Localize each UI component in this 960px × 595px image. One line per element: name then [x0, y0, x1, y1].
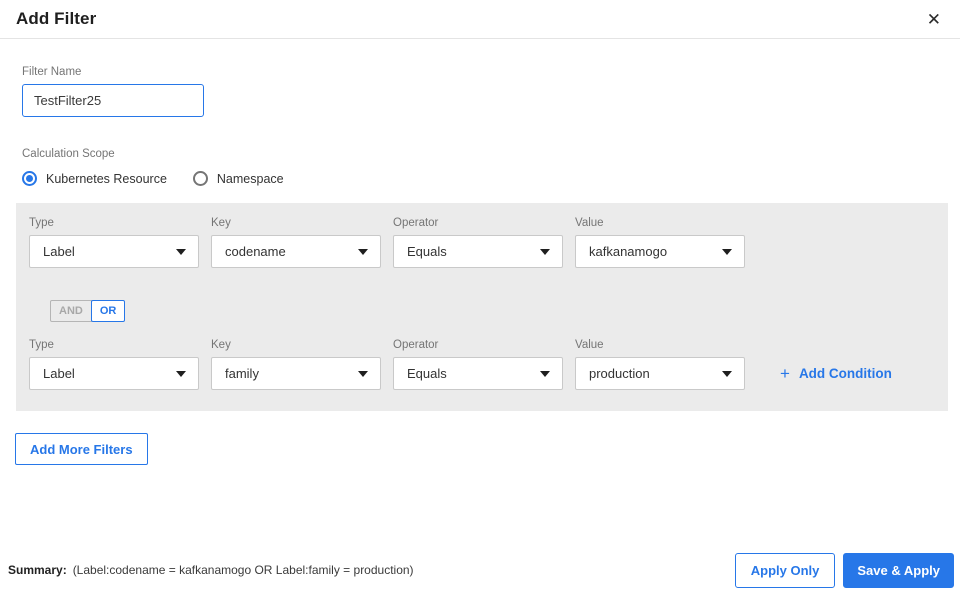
summary-label: Summary:: [8, 563, 67, 577]
conditions-panel: Type Label Key codename Operator Equals: [16, 203, 948, 411]
condition-row-2: Type Label Key family Operator Equals Va…: [29, 339, 935, 390]
key-column-label: Key: [211, 217, 231, 229]
key-field: Key family: [211, 339, 381, 390]
add-condition-label: Add Condition: [798, 366, 892, 381]
operator-column-label: Operator: [393, 217, 439, 229]
operator-field: Operator Equals: [393, 217, 563, 268]
key-field: Key codename: [211, 217, 381, 268]
save-and-apply-button[interactable]: Save & Apply: [843, 552, 954, 588]
filter-name-block: Filter Name: [22, 66, 960, 117]
type-field: Type Label: [29, 339, 199, 390]
and-toggle-button[interactable]: AND: [50, 300, 92, 322]
summary-text: (Label:codename = kafkanamogo OR Label:f…: [72, 563, 414, 577]
key-column-label: Key: [211, 339, 231, 351]
dropdown-value: Label: [43, 244, 75, 259]
calculation-scope-options: Kubernetes Resource Namespace: [22, 171, 960, 186]
key-dropdown[interactable]: family: [211, 357, 381, 390]
dialog-title: Add Filter: [16, 9, 97, 28]
operator-column-label: Operator: [393, 339, 439, 351]
add-more-filters-button[interactable]: Add More Filters: [15, 433, 148, 465]
chevron-down-icon: [540, 370, 550, 377]
radio-selected-icon: [22, 171, 37, 186]
close-icon: ✕: [926, 9, 941, 29]
radio-kubernetes-resource[interactable]: Kubernetes Resource: [22, 171, 167, 186]
add-condition-button[interactable]: + Add Condition: [780, 365, 892, 382]
filter-name-label: Filter Name: [22, 66, 82, 78]
type-column-label: Type: [29, 217, 54, 229]
footer-buttons: Apply Only Save & Apply: [734, 552, 954, 588]
dropdown-value: codename: [225, 244, 286, 259]
radio-label: Kubernetes Resource: [46, 171, 167, 186]
chevron-down-icon: [722, 370, 732, 377]
type-dropdown[interactable]: Label: [29, 357, 199, 390]
chevron-down-icon: [540, 248, 550, 255]
chevron-down-icon: [176, 370, 186, 377]
type-column-label: Type: [29, 339, 54, 351]
value-field: Value production: [575, 339, 745, 390]
dialog-footer: Summary: (Label:codename = kafkanamogo OR…: [0, 552, 960, 588]
filter-name-input[interactable]: [22, 84, 204, 117]
calculation-scope-label: Calculation Scope: [22, 148, 115, 160]
chevron-down-icon: [176, 248, 186, 255]
dropdown-value: kafkanamogo: [589, 244, 668, 259]
summary: Summary: (Label:codename = kafkanamogo OR…: [8, 563, 414, 577]
value-column-label: Value: [575, 217, 604, 229]
dialog-header: Add Filter ✕: [0, 0, 960, 39]
value-dropdown[interactable]: kafkanamogo: [575, 235, 745, 268]
dropdown-value: family: [225, 366, 259, 381]
or-toggle-button[interactable]: OR: [90, 300, 126, 322]
close-button[interactable]: ✕: [923, 9, 945, 30]
calculation-scope-block: Calculation Scope Kubernetes Resource Na…: [22, 148, 960, 186]
chevron-down-icon: [722, 248, 732, 255]
dropdown-value: Equals: [407, 244, 447, 259]
plus-icon: +: [780, 364, 790, 383]
logic-toggle: AND OR: [50, 300, 935, 322]
dropdown-value: Equals: [407, 366, 447, 381]
value-field: Value kafkanamogo: [575, 217, 745, 268]
condition-row-1: Type Label Key codename Operator Equals: [29, 217, 935, 268]
value-column-label: Value: [575, 339, 604, 351]
radio-label: Namespace: [216, 171, 284, 186]
type-dropdown[interactable]: Label: [29, 235, 199, 268]
type-field: Type Label: [29, 217, 199, 268]
key-dropdown[interactable]: codename: [211, 235, 381, 268]
operator-field: Operator Equals: [393, 339, 563, 390]
operator-dropdown[interactable]: Equals: [393, 357, 563, 390]
chevron-down-icon: [358, 248, 368, 255]
dropdown-value: Label: [43, 366, 75, 381]
value-dropdown[interactable]: production: [575, 357, 745, 390]
radio-namespace[interactable]: Namespace: [192, 171, 284, 186]
dropdown-value: production: [589, 366, 650, 381]
dialog-body: Filter Name Calculation Scope Kubernetes…: [0, 39, 960, 186]
radio-unselected-icon: [192, 171, 208, 186]
add-filter-dialog: Add Filter ✕ Filter Name Calculation Sco…: [0, 0, 960, 595]
chevron-down-icon: [358, 370, 368, 377]
apply-only-button[interactable]: Apply Only: [734, 552, 836, 588]
operator-dropdown[interactable]: Equals: [393, 235, 563, 268]
